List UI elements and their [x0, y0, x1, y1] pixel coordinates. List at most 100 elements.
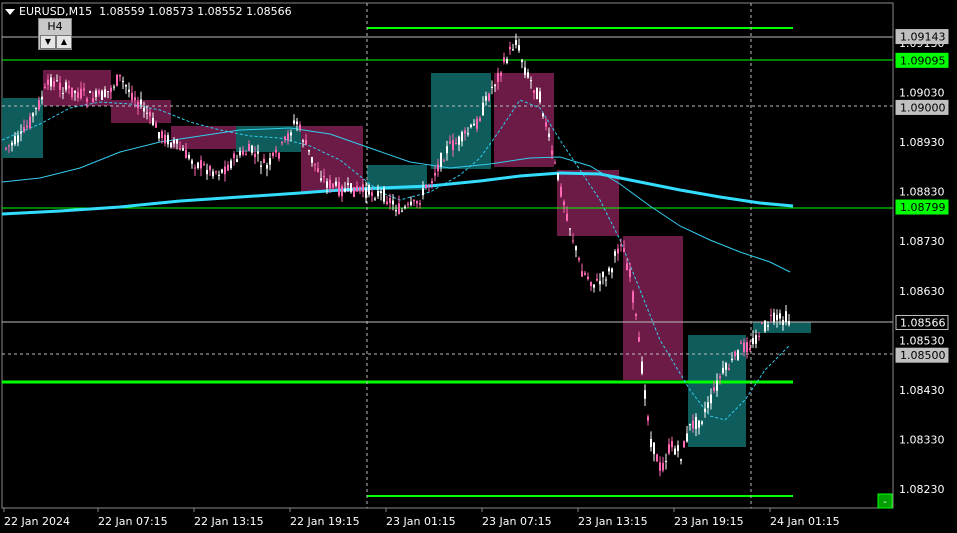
candle [644, 384, 646, 406]
time-tick-label: 22 Jan 07:15 [98, 515, 168, 528]
price-badge-label: 1.09143 [900, 31, 946, 44]
candle [512, 43, 514, 51]
candle [203, 161, 205, 167]
price-badge-label: 1.08799 [900, 201, 946, 214]
candle [407, 201, 409, 208]
time-tick-label: 22 Jan 2024 [4, 515, 70, 528]
candle [605, 276, 607, 287]
time-tick-label: 24 Jan 01:15 [770, 515, 840, 528]
candle [386, 195, 388, 206]
candle [674, 445, 676, 456]
candle [764, 319, 766, 333]
candle [266, 162, 268, 177]
candle [584, 270, 586, 276]
candle [101, 89, 103, 100]
candle [368, 183, 370, 198]
candle [587, 272, 589, 281]
price-badge-label: 1.08500 [900, 349, 946, 362]
price-chart[interactable]: 1.091301.090301.089301.088301.087301.086… [0, 0, 957, 533]
time-axis: 22 Jan 2024 22 Jan 07:15 22 Jan 13:15 22 Ja… [3, 508, 840, 528]
candle [374, 196, 376, 202]
candle [521, 58, 523, 69]
candle [218, 170, 220, 181]
candle [554, 159, 556, 165]
candle [269, 152, 271, 171]
candle [164, 130, 166, 147]
h4-boxes [2, 70, 811, 447]
time-tick-label: 23 Jan 13:15 [578, 515, 648, 528]
candle [230, 158, 232, 171]
price-tick-label: 1.08830 [899, 186, 945, 199]
candle [251, 144, 253, 156]
candle [293, 114, 295, 126]
candle [128, 82, 130, 98]
candle [575, 245, 577, 258]
time-tick-label: 22 Jan 13:15 [194, 515, 264, 528]
price-tick-label: 1.08330 [899, 433, 945, 446]
candle [419, 199, 421, 209]
price-tick-label: 1.09030 [899, 87, 945, 100]
candle [746, 337, 748, 359]
candle [353, 187, 355, 198]
price-tick-label: 1.08930 [899, 136, 945, 149]
candle [737, 349, 739, 361]
candle [662, 456, 664, 473]
candle [272, 151, 274, 159]
time-tick-label: 23 Jan 19:15 [674, 515, 744, 528]
candle [506, 56, 508, 65]
chevron-down-icon[interactable] [5, 9, 15, 15]
ohlc-low: 1.08552 [197, 5, 243, 18]
candle [341, 184, 343, 203]
time-tick-label: 22 Jan 19:15 [290, 515, 360, 528]
candle [515, 33, 517, 49]
candle [686, 425, 688, 443]
price-tick-label: 1.08530 [899, 334, 945, 347]
candle [602, 271, 604, 285]
candle [503, 52, 505, 65]
candle [590, 281, 592, 292]
candle [260, 160, 262, 175]
candle [191, 158, 193, 169]
time-tick-label: 23 Jan 01:15 [386, 515, 456, 528]
candle [650, 431, 652, 452]
time-tick-label: 23 Jan 07:15 [482, 515, 552, 528]
candle [200, 155, 202, 177]
candle [611, 267, 613, 279]
candle [206, 163, 208, 180]
candle [224, 160, 226, 182]
candle [416, 200, 418, 209]
candle [599, 273, 601, 292]
candle [410, 196, 412, 207]
price-badge-label: 1.08566 [900, 316, 946, 329]
candle [491, 80, 493, 95]
price-tick-label: 1.08230 [899, 483, 945, 496]
candle [509, 41, 511, 55]
candle [188, 152, 190, 161]
candle [278, 152, 280, 162]
candle [395, 204, 397, 217]
candle [350, 182, 352, 194]
candle [197, 161, 199, 170]
candle [158, 131, 160, 142]
ohlc-close: 1.08566 [246, 5, 292, 18]
candle [194, 164, 196, 176]
timeframe-up-button[interactable]: ▲ [56, 35, 72, 49]
candle [233, 150, 235, 166]
candle [167, 132, 169, 148]
candle [653, 442, 655, 462]
price-axis: 1.091301.090301.089301.088301.087301.086… [892, 3, 949, 508]
candle [581, 263, 583, 277]
candle [413, 199, 415, 206]
ohlc-open: 1.08559 [99, 5, 145, 18]
timeframe-down-button[interactable]: ▼ [40, 35, 56, 49]
candle [215, 170, 217, 175]
candle [536, 87, 538, 100]
candle [683, 440, 685, 448]
candle [236, 154, 238, 163]
candle [116, 74, 118, 87]
price-tick-label: 1.08730 [899, 235, 945, 248]
candle [614, 249, 616, 263]
candle [221, 168, 223, 174]
price-badge-label: 1.09095 [900, 54, 946, 67]
candle [656, 453, 658, 462]
